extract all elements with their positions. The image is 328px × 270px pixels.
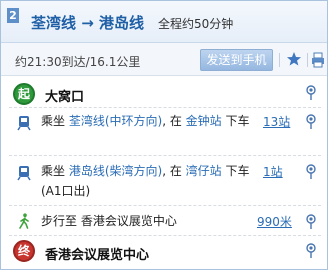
route-info-bar: 约21:30到达/16.1公里 发送到手机 (1, 43, 327, 76)
star-icon[interactable] (286, 50, 302, 68)
transit-step-2: 乘坐 港岛线(柴湾方向), 在 湾仔站 下车(A1口出) 1站 (1, 159, 327, 205)
location-pin-icon[interactable] (306, 243, 316, 259)
step-divider (9, 107, 321, 108)
line-name[interactable]: 荃湾线(中环方向) (69, 114, 162, 128)
location-pin-icon[interactable] (306, 85, 316, 101)
subway-icon (17, 166, 31, 181)
toolbar-divider (279, 53, 280, 67)
route-header: 2 荃湾线 → 港岛线 全程约50分钟 (1, 1, 327, 43)
end-place[interactable]: 香港会议展览中心 (45, 244, 149, 263)
step-mid: , 在 (162, 114, 186, 128)
step-mid: , 在 (162, 164, 186, 178)
transit-step-text: 乘坐 港岛线(柴湾方向), 在 湾仔站 下车(A1口出) (41, 161, 251, 201)
walk-step: 步行至 香港会议展览中心 990米 (1, 209, 327, 235)
walk-step-text: 步行至 香港会议展览中心 (41, 214, 177, 228)
location-pin-icon[interactable] (306, 164, 316, 180)
arrival-distance: 约21:30到达/16.1公里 (15, 55, 141, 69)
walk-icon (19, 213, 29, 229)
start-marker: 起 (13, 83, 35, 105)
step-prefix: 乘坐 (41, 114, 69, 128)
printer-icon[interactable] (311, 52, 325, 68)
step-divider (9, 235, 321, 236)
step-suffix: 下车 (221, 114, 250, 128)
station-name[interactable]: 湾仔站 (186, 164, 222, 178)
start-place[interactable]: 大窝口 (45, 86, 84, 105)
stop-count[interactable]: 13站 (263, 113, 290, 130)
location-pin-icon[interactable] (306, 214, 316, 230)
end-marker: 终 (13, 240, 35, 262)
walk-distance[interactable]: 990米 (257, 213, 292, 230)
route-number-badge: 2 (7, 8, 19, 23)
location-pin-icon[interactable] (306, 114, 316, 130)
step-divider (9, 155, 321, 156)
transit-step-1: 乘坐 荃湾线(中环方向), 在 金钟站 下车 13站 (1, 109, 327, 155)
step-divider (9, 205, 321, 206)
end-row: 终 香港会议展览中心 (1, 239, 327, 269)
route-title[interactable]: 荃湾线 → 港岛线 (31, 12, 144, 33)
line-name[interactable]: 港岛线(柴湾方向) (69, 164, 162, 178)
step-prefix: 乘坐 (41, 164, 69, 178)
route-total-time: 全程约50分钟 (158, 17, 234, 31)
station-name[interactable]: 金钟站 (186, 114, 222, 128)
send-to-phone-button[interactable]: 发送到手机 (200, 49, 273, 71)
route-panel: 2 荃湾线 → 港岛线 全程约50分钟 约21:30到达/16.1公里 发送到手… (0, 0, 328, 270)
stop-count[interactable]: 1站 (263, 163, 283, 180)
subway-icon (17, 116, 31, 131)
transit-step-text: 乘坐 荃湾线(中环方向), 在 金钟站 下车 (41, 111, 251, 131)
toolbar-divider (307, 53, 308, 67)
